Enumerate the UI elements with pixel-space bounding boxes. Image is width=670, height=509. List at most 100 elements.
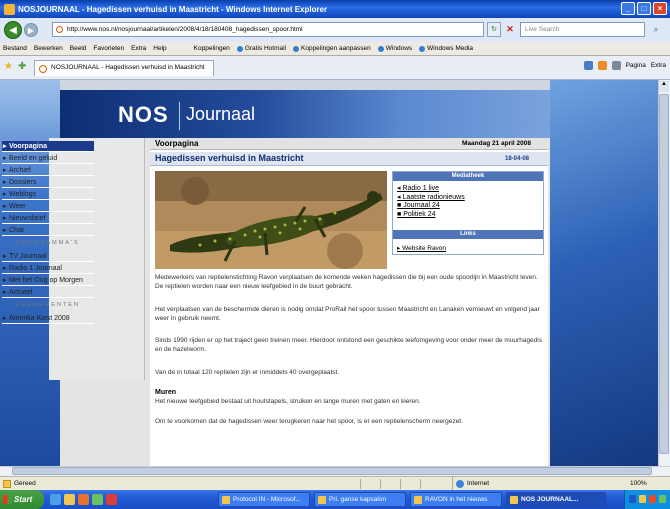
menu-bar: Bestand Bewerken Beeld Favorieten Extra … (0, 42, 670, 56)
menu-beeld[interactable]: Beeld (70, 45, 87, 52)
tab-bar: ★ ✚ NOSJOURNAAL - Hagedissen verhuisd in… (0, 56, 670, 80)
article-date: 18-04-08 (505, 156, 530, 162)
horizontal-scroll-thumb[interactable] (12, 467, 652, 475)
home-icon[interactable] (583, 61, 593, 70)
sidebar-item-chat[interactable]: Chat (2, 225, 94, 236)
task-nos-journaal[interactable]: NOS JOURNAAL... (506, 492, 606, 507)
sidebar-item-archief[interactable]: Archief (2, 165, 94, 176)
search-input[interactable]: Live Search (520, 22, 645, 37)
menu-help[interactable]: Help (153, 45, 166, 52)
link-koppelingen-aanpassen[interactable]: Koppelingen aanpassen (293, 45, 371, 52)
stop-button[interactable]: ✕ (503, 22, 517, 37)
page-viewport: NOS Journaal Voorpagina Beeld en geluid … (0, 80, 658, 466)
article-paragraph: Sinds 1990 rijden er op het traject geen… (155, 337, 542, 353)
tray-icon[interactable] (649, 495, 656, 503)
forward-button[interactable]: ▶ (24, 23, 38, 37)
section-title: Voorpagina (155, 139, 199, 148)
close-button[interactable]: × (653, 2, 667, 15)
status-bar: Gereed Internet 100% (0, 476, 670, 490)
task-prl[interactable]: Prl. ganse kapsalon (314, 492, 406, 507)
media-item-journaal24[interactable]: ■ Journaal 24 (397, 202, 440, 209)
link-windows-media[interactable]: Windows Media (419, 45, 473, 52)
mediatheek-title: Mediatheek (393, 172, 543, 181)
sidebar-item-voorpagina[interactable]: Voorpagina (2, 141, 94, 152)
sidebar-item-dossiers[interactable]: Dossiers (2, 177, 94, 188)
media-item-politiek24[interactable]: ■ Politiek 24 (397, 211, 435, 218)
menu-favorieten[interactable]: Favorieten (93, 45, 124, 52)
address-input[interactable]: http://www.nos.nl/nosjournaal/artikelen/… (52, 22, 484, 37)
sidebar-item-tv-journaal[interactable]: TV Journaal (2, 251, 94, 262)
task-ravon[interactable]: RAVON in het nieuws (410, 492, 502, 507)
quicklaunch-app-icon[interactable] (106, 494, 117, 505)
sidebar-item-actueel[interactable]: Actueel (2, 287, 94, 298)
security-zone[interactable]: Internet (452, 477, 532, 490)
menu-bewerken[interactable]: Bewerken (34, 45, 63, 52)
article-paragraph: Van de in totaal 120 reptielen zijn er i… (155, 369, 340, 376)
link-hotmail[interactable]: Gratis Hotmail (237, 45, 286, 52)
add-favorite-icon[interactable]: ✚ (18, 61, 26, 72)
zoom-level[interactable]: 100% (620, 477, 647, 490)
scroll-up-icon[interactable]: ▲ (659, 81, 669, 92)
quicklaunch-app-icon[interactable] (92, 494, 103, 505)
tray-icon[interactable] (629, 495, 636, 503)
menu-bestand[interactable]: Bestand (3, 45, 27, 52)
command-bar: Pagina Extra (583, 61, 666, 70)
status-divider (360, 479, 361, 489)
refresh-button[interactable]: ↻ (487, 22, 501, 37)
tray-icon[interactable] (659, 495, 666, 503)
page-tab[interactable]: NOSJOURNAAL - Hagedissen verhuisd in Maa… (34, 60, 214, 76)
lizard-image (155, 171, 387, 269)
search-icon[interactable]: ⌕ (647, 22, 665, 37)
top-stripe (60, 80, 550, 90)
link-windows[interactable]: Windows (378, 45, 412, 52)
status-divider (400, 479, 401, 489)
globe-icon (456, 480, 464, 488)
sidebar-item-weblogs[interactable]: Weblogs (2, 189, 94, 200)
sidebar-item-amerika-kiest[interactable]: Amerika Kiest 2008 (2, 313, 94, 324)
menu-extra[interactable]: Extra (131, 45, 146, 52)
sidebar-item-met-het-oog[interactable]: Met het Oog op Morgen (2, 275, 94, 286)
window-title-bar: NOSJOURNAAL - Hagedissen verhuisd in Maa… (0, 0, 670, 18)
tray-icon[interactable] (639, 495, 646, 503)
print-icon[interactable] (611, 61, 621, 70)
sidebar-item-radio-1-journaal[interactable]: Radio 1 Journaal (2, 263, 94, 274)
sidebar-section-programmas: PROGRAMMA'S (16, 240, 80, 246)
vertical-scroll-thumb[interactable] (659, 94, 669, 454)
page-menu[interactable]: Pagina (626, 62, 646, 69)
task-protocol[interactable]: Protocol IN - Microsof... (218, 492, 310, 507)
article-paragraph: Medewerkers van reptielenstichting Ravon… (155, 274, 538, 290)
logo-divider (179, 102, 180, 130)
ie-icon (4, 3, 15, 15)
nos-logo[interactable]: NOS (118, 102, 169, 128)
sidebar-section-evenementen: EVENEMENTEN (16, 302, 80, 308)
links-label[interactable]: Koppelingen (194, 45, 230, 52)
maximize-button[interactable]: □ (637, 2, 651, 15)
lizard-photo (155, 171, 387, 269)
quicklaunch-media-icon[interactable] (78, 494, 89, 505)
sidebar-item-weer[interactable]: Weer (2, 201, 94, 212)
article-paragraph: Om te voorkomen dat de hagedissen weer t… (155, 418, 463, 425)
sidebar-item-nieuwsbrief[interactable]: Nieuwsbrief (2, 213, 94, 224)
link-website-ravon[interactable]: ▸ Website Ravon (397, 244, 446, 252)
extra-menu[interactable]: Extra (651, 62, 666, 69)
background-right (548, 80, 658, 466)
quicklaunch-folder-icon[interactable] (64, 494, 75, 505)
journaal-logo-text: Journaal (186, 104, 256, 124)
sidebar-item-beeld-en-geluid[interactable]: Beeld en geluid (2, 153, 94, 164)
article-paragraph: Het verplaatsen van de beschermde dieren… (155, 306, 540, 322)
article-paragraph: Het nieuwe leefgebied bestaat uit houtst… (155, 398, 421, 405)
start-button[interactable]: Start (0, 490, 44, 509)
address-url: http://www.nos.nl/nosjournaal/artikelen/… (67, 26, 303, 33)
media-item-laatste-radionieuws[interactable]: ◂ Laatste radionieuws (397, 193, 465, 201)
page-status-icon (3, 480, 11, 488)
back-button[interactable]: ◀ (4, 21, 22, 39)
favorites-star-icon[interactable]: ★ (4, 61, 13, 72)
minimize-button[interactable]: _ (621, 2, 635, 15)
system-tray (624, 490, 670, 509)
zone-label: Internet (467, 480, 490, 487)
window-title: NOSJOURNAAL - Hagedissen verhuisd in Maa… (18, 4, 328, 14)
media-item-radio1-live[interactable]: ◂ Radio 1 live (397, 184, 439, 192)
quicklaunch-ie-icon[interactable] (50, 494, 61, 505)
page-icon (56, 26, 63, 33)
feeds-icon[interactable] (597, 61, 607, 70)
